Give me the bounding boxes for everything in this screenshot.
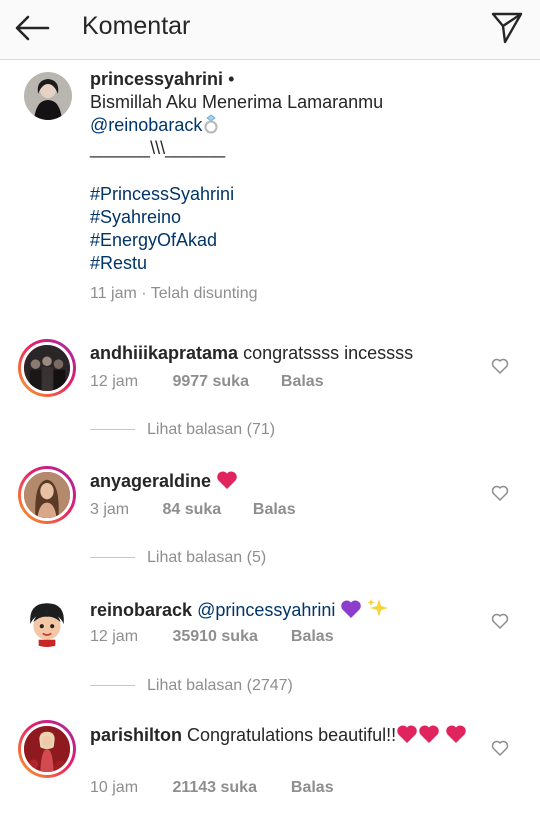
post-author-avatar[interactable] bbox=[24, 72, 72, 120]
heart-icon[interactable] bbox=[490, 611, 510, 631]
comment-likes[interactable]: 84 suka bbox=[162, 501, 248, 519]
avatar-photo bbox=[22, 597, 72, 647]
comment-username[interactable]: parishilton bbox=[90, 725, 182, 745]
avatar-photo bbox=[24, 345, 70, 391]
mention-link[interactable]: @reinobarack bbox=[90, 115, 202, 135]
heart-icon[interactable] bbox=[490, 483, 510, 503]
comment-text: parishilton Congratulations beautiful!! bbox=[90, 724, 470, 747]
comment-username[interactable]: reinobarack bbox=[90, 600, 192, 620]
back-button[interactable] bbox=[12, 10, 52, 46]
caption-divider: ______\\\______ bbox=[90, 138, 226, 158]
comment-text: reinobarack @princessyahrini bbox=[90, 597, 470, 622]
arrow-left-icon bbox=[15, 15, 50, 41]
page-title: Komentar bbox=[82, 12, 191, 40]
post-username[interactable]: princessyahrini bbox=[90, 69, 223, 89]
hashtag-link[interactable]: #EnergyOfAkad bbox=[90, 229, 510, 252]
comment-time: 3 jam bbox=[90, 501, 130, 518]
comment-text: anyageraldine bbox=[90, 470, 470, 493]
view-replies-label: Lihat balasan (71) bbox=[147, 421, 276, 438]
reply-button[interactable]: Balas bbox=[253, 501, 296, 519]
comment-likes[interactable]: 35910 suka bbox=[172, 628, 286, 646]
comment-meta: 3 jam 84 suka Balas bbox=[90, 501, 296, 519]
comment-avatar[interactable] bbox=[18, 339, 76, 397]
comment-time: 12 jam bbox=[90, 373, 139, 390]
comment-avatar[interactable] bbox=[18, 720, 76, 778]
send-button[interactable] bbox=[490, 10, 524, 44]
hashtag-link[interactable]: #PrincessSyahrini bbox=[90, 183, 510, 206]
view-replies-label: Lihat balasan (2747) bbox=[147, 677, 293, 694]
comment-text: andhiiikapratama congratssss incessss bbox=[90, 342, 470, 365]
view-replies-label: Lihat balasan (5) bbox=[147, 549, 267, 566]
comment-likes[interactable]: 21143 suka bbox=[172, 779, 286, 797]
comment-body: congratssss incessss bbox=[243, 343, 414, 363]
comment-meta: 12 jam 35910 suka Balas bbox=[90, 628, 334, 646]
comment-body: Congratulations beautiful!! bbox=[187, 725, 397, 745]
red-heart-icon bbox=[217, 471, 237, 489]
hashtag-link[interactable]: #Syahreino bbox=[90, 206, 510, 229]
red-heart-icon bbox=[419, 725, 439, 743]
top-bar: Komentar bbox=[0, 0, 540, 60]
comment-avatar[interactable] bbox=[18, 466, 76, 524]
reply-button[interactable]: Balas bbox=[291, 779, 334, 797]
hashtag-link[interactable]: #Restu bbox=[90, 252, 510, 275]
post-meta: 11 jam · Telah disunting bbox=[90, 285, 258, 302]
comment-username[interactable]: anyageraldine bbox=[90, 471, 211, 491]
caption-text: Bismillah Aku Menerima Lamaranmu bbox=[90, 92, 384, 112]
avatar-photo bbox=[24, 726, 70, 772]
post-bullet: • bbox=[228, 69, 235, 89]
heart-icon[interactable] bbox=[490, 738, 510, 758]
comment-time: 12 jam bbox=[90, 628, 139, 645]
divider-line bbox=[90, 685, 135, 687]
post-caption: princessyahrini • Bismillah Aku Menerima… bbox=[90, 68, 510, 275]
red-heart-icon bbox=[397, 725, 417, 743]
sparkles-icon bbox=[367, 599, 389, 617]
reply-button[interactable]: Balas bbox=[291, 628, 334, 646]
comment-time: 10 jam bbox=[90, 779, 139, 796]
mention-link[interactable]: @princessyahrini bbox=[197, 600, 335, 620]
view-replies-link[interactable]: Lihat balasan (5) bbox=[90, 549, 266, 567]
avatar-photo bbox=[24, 472, 70, 518]
heart-icon[interactable] bbox=[490, 356, 510, 376]
view-replies-link[interactable]: Lihat balasan (71) bbox=[90, 421, 275, 439]
avatar-photo bbox=[24, 72, 72, 120]
ring-icon bbox=[204, 114, 218, 134]
red-heart-icon bbox=[446, 725, 466, 743]
paper-plane-icon bbox=[491, 12, 523, 44]
view-replies-link[interactable]: Lihat balasan (2747) bbox=[90, 677, 293, 695]
comment-meta: 10 jam 21143 suka Balas bbox=[90, 779, 334, 797]
comment-meta: 12 jam 9977 suka Balas bbox=[90, 373, 324, 391]
reply-button[interactable]: Balas bbox=[281, 373, 324, 391]
comment-username[interactable]: andhiiikapratama bbox=[90, 343, 238, 363]
comment-likes[interactable]: 9977 suka bbox=[172, 373, 276, 391]
divider-line bbox=[90, 557, 135, 559]
purple-heart-icon bbox=[341, 600, 362, 618]
comment-avatar[interactable] bbox=[22, 597, 72, 647]
divider-line bbox=[90, 429, 135, 431]
